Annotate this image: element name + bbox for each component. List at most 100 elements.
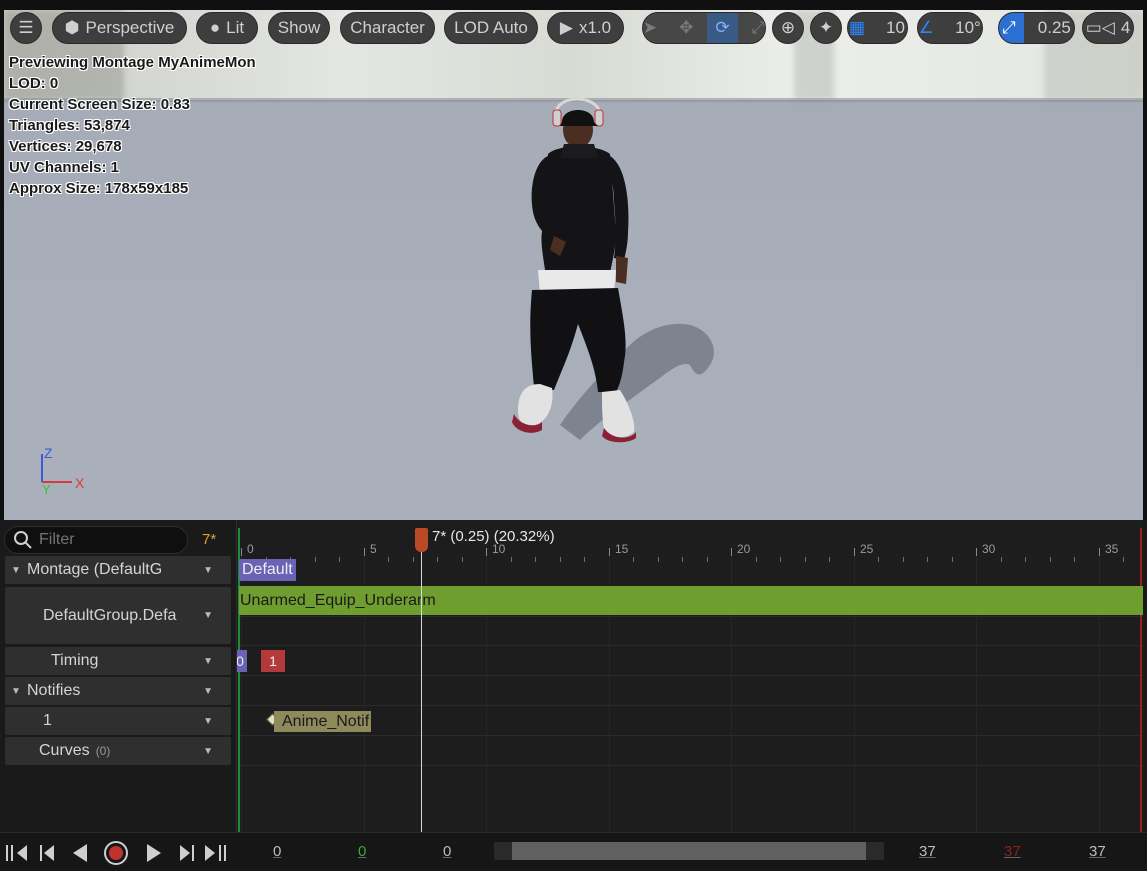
ruler-tick-label: 35 bbox=[1105, 542, 1119, 556]
filter-input[interactable] bbox=[39, 531, 179, 549]
ruler-minor-tick bbox=[927, 557, 928, 562]
angle-snap-control[interactable]: ∠ 10° bbox=[917, 12, 983, 44]
time-ruler[interactable]: 0 5 10 15 20 25 30 35 bbox=[237, 528, 1143, 562]
ruler-minor-tick bbox=[805, 557, 806, 562]
ruler-minor-tick bbox=[1123, 557, 1124, 562]
axis-y-label: Y bbox=[42, 482, 51, 497]
playback-speed-button[interactable]: ▶ x1.0 bbox=[547, 12, 624, 44]
scrollbar-thumb[interactable] bbox=[512, 842, 866, 860]
scale-snap-value[interactable]: 0.25 bbox=[1030, 13, 1074, 43]
chevron-down-icon[interactable]: ▼ bbox=[203, 686, 213, 697]
notify-anime[interactable]: Anime_Notif bbox=[274, 711, 372, 732]
lod-button[interactable]: LOD Auto bbox=[444, 12, 538, 44]
length-field[interactable]: 37 bbox=[1089, 843, 1106, 860]
grid-snap-value[interactable]: 10 bbox=[878, 13, 907, 43]
view-end-field[interactable]: 37 bbox=[919, 843, 936, 860]
skip-to-start-button[interactable] bbox=[4, 839, 32, 867]
ruler-minor-tick bbox=[462, 557, 463, 562]
ruler-minor-tick bbox=[511, 557, 512, 562]
camera-speed-button[interactable]: ▭◁ 4 bbox=[1082, 12, 1134, 44]
playback-start-field[interactable]: 0 bbox=[358, 843, 366, 860]
chevron-down-icon[interactable]: ▼ bbox=[203, 746, 213, 757]
animation-segment[interactable]: Unarmed_Equip_Underarm bbox=[239, 586, 1143, 615]
timing-marker-1[interactable]: 1 bbox=[261, 650, 285, 672]
play-button[interactable] bbox=[140, 839, 168, 867]
timeline-area[interactable]: 0 5 10 15 20 25 30 35 Default Unarmed_Equip_Und… bbox=[236, 520, 1143, 832]
transform-tools: ➤ ✥ ⟳ ⤢ bbox=[642, 12, 766, 44]
character-button[interactable]: Character bbox=[340, 12, 435, 44]
camera-icon: ▭◁ bbox=[1085, 18, 1115, 37]
chevron-down-icon[interactable]: ▼ bbox=[203, 565, 213, 576]
grid-icon[interactable]: ▦ bbox=[848, 13, 872, 43]
track-notifies-label: Notifies bbox=[27, 682, 81, 699]
viewport-toolbar: ☰ ⬢ Perspective ● Lit Show Character LOD… bbox=[0, 12, 1147, 44]
current-frame-field[interactable]: 0 bbox=[443, 843, 451, 860]
scale-snap-icon[interactable]: ⤢ bbox=[999, 13, 1024, 43]
scale-icon[interactable]: ⤢ bbox=[744, 13, 765, 43]
ruler-tick-label: 5 bbox=[370, 542, 377, 556]
show-button[interactable]: Show bbox=[268, 12, 330, 44]
stat-preview: Previewing Montage MyAnimeMon bbox=[9, 54, 256, 71]
ruler-minor-tick bbox=[560, 557, 561, 562]
track-curves-count: (0) bbox=[95, 744, 111, 758]
chevron-down-icon[interactable]: ▼ bbox=[203, 716, 213, 727]
play-reverse-button[interactable] bbox=[66, 839, 94, 867]
ruler-minor-tick bbox=[707, 557, 708, 562]
scrub-handle[interactable] bbox=[415, 528, 428, 552]
show-label: Show bbox=[277, 18, 321, 37]
axis-x-label: X bbox=[75, 475, 85, 491]
select-icon[interactable]: ➤ bbox=[643, 13, 665, 43]
collapse-icon[interactable]: ▼ bbox=[5, 565, 27, 576]
ruler-minor-tick bbox=[682, 557, 683, 562]
step-back-button[interactable] bbox=[34, 839, 62, 867]
play-icon: ▶ bbox=[559, 18, 573, 37]
record-button[interactable] bbox=[102, 839, 130, 867]
viewport[interactable]: ☰ ⬢ Perspective ● Lit Show Character LOD… bbox=[0, 0, 1147, 520]
timing-marker-0[interactable]: 0 bbox=[237, 650, 247, 672]
axis-gizmo: Z Y X bbox=[41, 445, 85, 497]
step-forward-button[interactable] bbox=[172, 839, 200, 867]
ruler-minor-tick bbox=[388, 557, 389, 562]
ruler-minor-tick bbox=[903, 557, 904, 562]
view-start-field[interactable]: 0 bbox=[273, 843, 281, 860]
chevron-down-icon[interactable]: ▼ bbox=[203, 610, 213, 621]
perspective-button[interactable]: ⬢ Perspective bbox=[52, 12, 187, 44]
axis-z-label: Z bbox=[44, 445, 53, 461]
sphere-icon: ● bbox=[209, 18, 221, 37]
section-default[interactable]: Default bbox=[239, 559, 296, 581]
world-axis-icon: ⊕ bbox=[780, 18, 796, 37]
track-curves[interactable]: Curves (0) ▼ bbox=[5, 737, 231, 765]
ruler-minor-tick bbox=[780, 557, 781, 562]
translate-icon[interactable]: ✥ bbox=[671, 13, 701, 43]
angle-icon[interactable]: ∠ bbox=[918, 13, 941, 43]
character-model[interactable] bbox=[498, 92, 660, 444]
rotate-icon[interactable]: ⟳ bbox=[707, 13, 738, 43]
ruler-minor-tick bbox=[339, 557, 340, 562]
world-local-toggle[interactable]: ⊕ bbox=[772, 12, 804, 44]
angle-snap-value[interactable]: 10° bbox=[947, 13, 982, 43]
track-notifies[interactable]: ▼ Notifies ▼ bbox=[5, 677, 231, 705]
lit-button[interactable]: ● Lit bbox=[196, 12, 258, 44]
chevron-down-icon[interactable]: ▼ bbox=[203, 656, 213, 667]
scrub-position-label: 7* (0.25) (20.32%) bbox=[432, 528, 555, 545]
skip-to-end-button[interactable] bbox=[200, 839, 228, 867]
playback-end-field[interactable]: 37 bbox=[1004, 843, 1021, 860]
track-timing[interactable]: Timing ▼ bbox=[5, 647, 231, 675]
surface-snap-button[interactable]: ✦ bbox=[810, 12, 842, 44]
hamburger-icon: ☰ bbox=[18, 18, 34, 37]
track-default-group[interactable]: DefaultGroup.Defa ▼ bbox=[5, 587, 231, 644]
ruler-minor-tick bbox=[633, 557, 634, 562]
hamburger-menu-button[interactable]: ☰ bbox=[10, 12, 42, 44]
scale-snap-control[interactable]: ⤢ 0.25 bbox=[998, 12, 1075, 44]
track-notify-1[interactable]: 1 ▼ bbox=[5, 707, 231, 735]
collapse-icon[interactable]: ▼ bbox=[5, 686, 27, 697]
ruler-minor-tick bbox=[952, 557, 953, 562]
track-montage[interactable]: ▼ Montage (DefaultG ▼ bbox=[5, 556, 231, 584]
timeline-scrollbar[interactable] bbox=[494, 842, 884, 860]
transport-bar: 0 0 0 37 37 37 bbox=[0, 832, 1147, 871]
filter-box[interactable] bbox=[4, 526, 188, 554]
stat-screen-size: Current Screen Size: 0.83 bbox=[9, 96, 190, 113]
grid-snap-control[interactable]: ▦ 10 bbox=[847, 12, 908, 44]
perspective-label: Perspective bbox=[85, 18, 175, 37]
camera-speed-value: 4 bbox=[1120, 18, 1131, 37]
